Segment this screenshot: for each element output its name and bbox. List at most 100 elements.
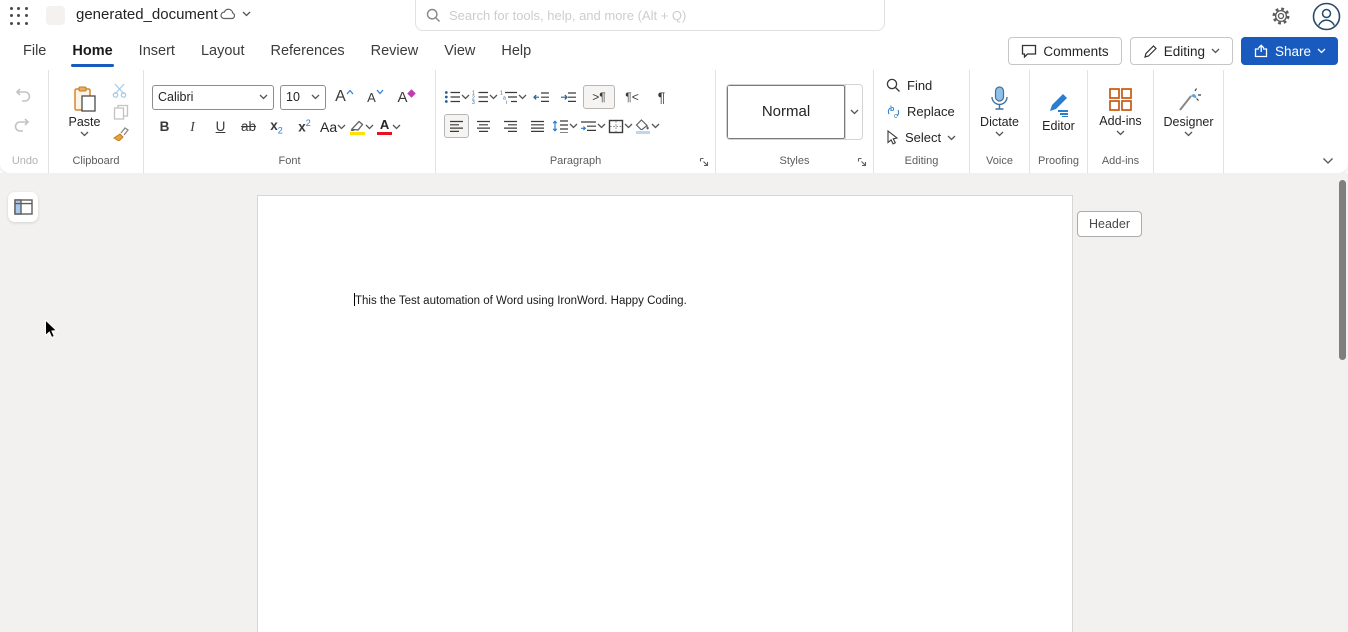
styles-gallery: Normal xyxy=(726,84,863,140)
underline-button[interactable]: U xyxy=(208,115,233,139)
paste-button[interactable]: Paste xyxy=(63,84,107,139)
search-input[interactable] xyxy=(449,8,874,23)
tab-insert[interactable]: Insert xyxy=(126,35,188,67)
superscript-mark: 2 xyxy=(306,118,311,128)
vertical-scrollbar-thumb[interactable] xyxy=(1339,180,1346,360)
shrink-font-button[interactable]: A xyxy=(363,85,388,109)
decrease-indent-button[interactable] xyxy=(529,85,554,109)
shrink-font-letter: A xyxy=(367,90,376,105)
change-case-chevron-icon xyxy=(337,124,346,130)
share-button[interactable]: Share xyxy=(1241,37,1338,65)
superscript-button[interactable]: x2 xyxy=(292,115,317,139)
replace-icon: b c xyxy=(886,104,901,119)
app-top-bar: generated_document xyxy=(0,0,1348,32)
account-avatar[interactable] xyxy=(1312,2,1341,31)
subscript-button[interactable]: x2 xyxy=(264,115,289,139)
comments-bubble-icon xyxy=(1021,44,1037,58)
addins-button[interactable]: Add-ins xyxy=(1093,85,1147,138)
clear-formatting-button[interactable]: A xyxy=(394,85,419,109)
rtl-text-direction-button[interactable]: ¶< xyxy=(617,85,647,109)
search-icon xyxy=(426,8,441,23)
shading-button[interactable] xyxy=(635,119,660,134)
italic-button[interactable]: I xyxy=(180,115,205,139)
tab-view[interactable]: View xyxy=(431,35,488,67)
undo-icon[interactable] xyxy=(13,87,38,107)
group-label-editing: Editing xyxy=(874,153,969,173)
find-button[interactable]: Find xyxy=(886,74,932,98)
font-color-icon: A xyxy=(377,118,392,135)
change-case-button[interactable]: Aa xyxy=(320,119,346,135)
grow-font-letter: A xyxy=(335,88,346,106)
bold-button[interactable]: B xyxy=(152,115,177,139)
ribbon-tab-row: File Home Insert Layout References Revie… xyxy=(0,32,1348,70)
designer-button[interactable]: Designer xyxy=(1157,85,1219,139)
addins-label: Add-ins xyxy=(1099,114,1141,128)
paragraph-spacing-button[interactable] xyxy=(580,120,606,133)
font-color-button[interactable]: A xyxy=(377,118,401,135)
paste-chevron-down-icon xyxy=(80,131,89,137)
align-center-button[interactable] xyxy=(471,114,496,138)
format-painter-icon[interactable] xyxy=(112,126,129,141)
editing-mode-button[interactable]: Editing xyxy=(1130,37,1233,65)
document-page[interactable]: This the Test automation of Word using I… xyxy=(257,195,1073,632)
tab-review[interactable]: Review xyxy=(358,35,432,67)
tab-home[interactable]: Home xyxy=(59,35,125,67)
grow-font-button[interactable]: A xyxy=(332,85,357,109)
tab-help[interactable]: Help xyxy=(488,35,544,67)
group-label-addins: Add-ins xyxy=(1088,153,1153,173)
strikethrough-button[interactable]: ab xyxy=(236,115,261,139)
group-styles: Normal Styles xyxy=(716,70,874,173)
numbered-list-icon: 123 xyxy=(472,90,489,104)
text-highlight-button[interactable] xyxy=(349,119,374,135)
document-text-line[interactable]: This the Test automation of Word using I… xyxy=(354,293,687,307)
title-chevron-down-icon[interactable] xyxy=(242,11,252,18)
group-paragraph: 123 1ai xyxy=(436,70,716,173)
search-box[interactable] xyxy=(415,0,885,31)
numbering-button[interactable]: 123 xyxy=(472,90,498,104)
increase-indent-button[interactable] xyxy=(556,85,581,109)
copy-icon[interactable] xyxy=(113,104,129,120)
style-normal[interactable]: Normal xyxy=(727,85,845,139)
group-label-font: Font xyxy=(144,153,435,173)
ltr-text-direction-button[interactable]: >¶ xyxy=(583,85,615,109)
multilevel-list-button[interactable]: 1ai xyxy=(500,90,527,104)
settings-gear-icon[interactable] xyxy=(1270,5,1292,27)
comments-button[interactable]: Comments xyxy=(1008,37,1121,65)
redo-icon[interactable] xyxy=(13,117,38,137)
addins-chevron-icon xyxy=(1116,130,1125,136)
select-button[interactable]: Select xyxy=(886,126,956,150)
justify-button[interactable] xyxy=(525,114,550,138)
tab-references[interactable]: References xyxy=(257,35,357,67)
styles-gallery-expand[interactable] xyxy=(845,85,862,139)
borders-button[interactable] xyxy=(608,119,633,134)
align-right-button[interactable] xyxy=(498,114,523,138)
styles-dialog-launcher-icon[interactable] xyxy=(857,157,868,168)
tab-layout[interactable]: Layout xyxy=(188,35,258,67)
bullets-button[interactable] xyxy=(444,90,470,104)
tab-file[interactable]: File xyxy=(10,35,59,67)
group-label-paragraph: Paragraph xyxy=(436,153,715,173)
group-font: Calibri 10 A A A xyxy=(144,70,436,173)
line-spacing-button[interactable] xyxy=(552,119,578,133)
align-left-button[interactable] xyxy=(444,114,469,138)
font-size-combobox[interactable]: 10 xyxy=(280,85,326,110)
font-size-value: 10 xyxy=(286,90,300,104)
group-editing: Find b c Replace Select Editing xyxy=(874,70,970,173)
replace-button[interactable]: b c Replace xyxy=(886,100,955,124)
cut-scissors-icon[interactable] xyxy=(112,83,129,98)
paragraph-dialog-launcher-icon[interactable] xyxy=(699,157,710,168)
app-launcher-waffle-icon[interactable] xyxy=(8,5,30,27)
editor-button[interactable]: Editor xyxy=(1036,89,1081,135)
font-family-combobox[interactable]: Calibri xyxy=(152,85,274,110)
dictate-button[interactable]: Dictate xyxy=(974,84,1025,139)
svg-text:i: i xyxy=(506,100,507,104)
document-title[interactable]: generated_document xyxy=(76,6,218,23)
styles-chevron-icon xyxy=(850,109,859,115)
group-label-undo: Undo xyxy=(2,153,48,173)
highlight-chevron-icon xyxy=(365,124,374,130)
navigation-pane-toggle[interactable] xyxy=(8,192,38,222)
ribbon-collapse-chevron-icon[interactable] xyxy=(1322,157,1334,165)
show-formatting-marks-button[interactable]: ¶ xyxy=(649,85,674,109)
header-button[interactable]: Header xyxy=(1077,211,1142,237)
underline-label: U xyxy=(216,119,226,134)
